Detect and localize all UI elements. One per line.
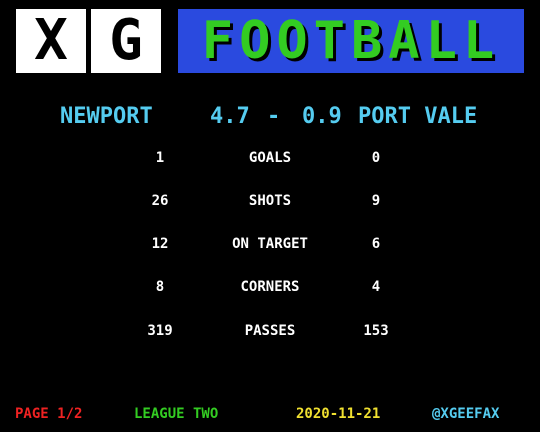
stat-row-on-target: 12 ON TARGET 6	[0, 234, 540, 254]
stat-row-passes: 319 PASSES 153	[0, 321, 540, 341]
home-team-name: NEWPORT	[60, 104, 153, 129]
away-team-name: PORT VALE	[358, 104, 478, 129]
stat-home-value: 8	[155, 279, 165, 295]
page-title: FOOTBALL	[201, 11, 501, 71]
match-date: 2020-11-21	[296, 406, 381, 422]
logo-letter-x-text: X	[34, 8, 68, 73]
page-indicator: PAGE 1/2	[15, 406, 83, 422]
footer-bar: PAGE 1/2 LEAGUE TWO 2020-11-21 @XGEEFAX	[0, 404, 540, 424]
logo-letter-g: G	[91, 9, 161, 73]
stat-label: SHOTS	[248, 193, 292, 209]
stat-label: GOALS	[248, 150, 292, 166]
score-separator: -	[267, 104, 281, 129]
away-xg-value: 0.9	[302, 104, 342, 129]
stat-away-value: 4	[371, 279, 381, 295]
social-handle: @XGEEFAX	[432, 406, 500, 422]
stat-away-value: 153	[363, 323, 389, 339]
league-label: LEAGUE TWO	[134, 406, 219, 422]
stat-label: CORNERS	[240, 279, 300, 295]
logo-letter-x: X	[16, 9, 86, 73]
stat-away-value: 6	[371, 236, 381, 252]
title-banner: FOOTBALL	[178, 9, 524, 73]
stat-label: PASSES	[244, 323, 296, 339]
home-xg-value: 4.7	[210, 104, 250, 129]
scoreline: NEWPORT 4.7 - 0.9 PORT VALE	[0, 103, 540, 131]
stat-label: ON TARGET	[232, 236, 308, 252]
stat-away-value: 0	[371, 150, 381, 166]
stat-row-shots: 26 SHOTS 9	[0, 191, 540, 211]
stat-home-value: 26	[151, 193, 169, 209]
stat-row-goals: 1 GOALS 0	[0, 148, 540, 168]
stat-away-value: 9	[371, 193, 381, 209]
stat-row-corners: 8 CORNERS 4	[0, 277, 540, 297]
stat-home-value: 1	[155, 150, 165, 166]
stat-home-value: 319	[147, 323, 173, 339]
stat-home-value: 12	[151, 236, 169, 252]
logo-letter-g-text: G	[109, 8, 143, 73]
